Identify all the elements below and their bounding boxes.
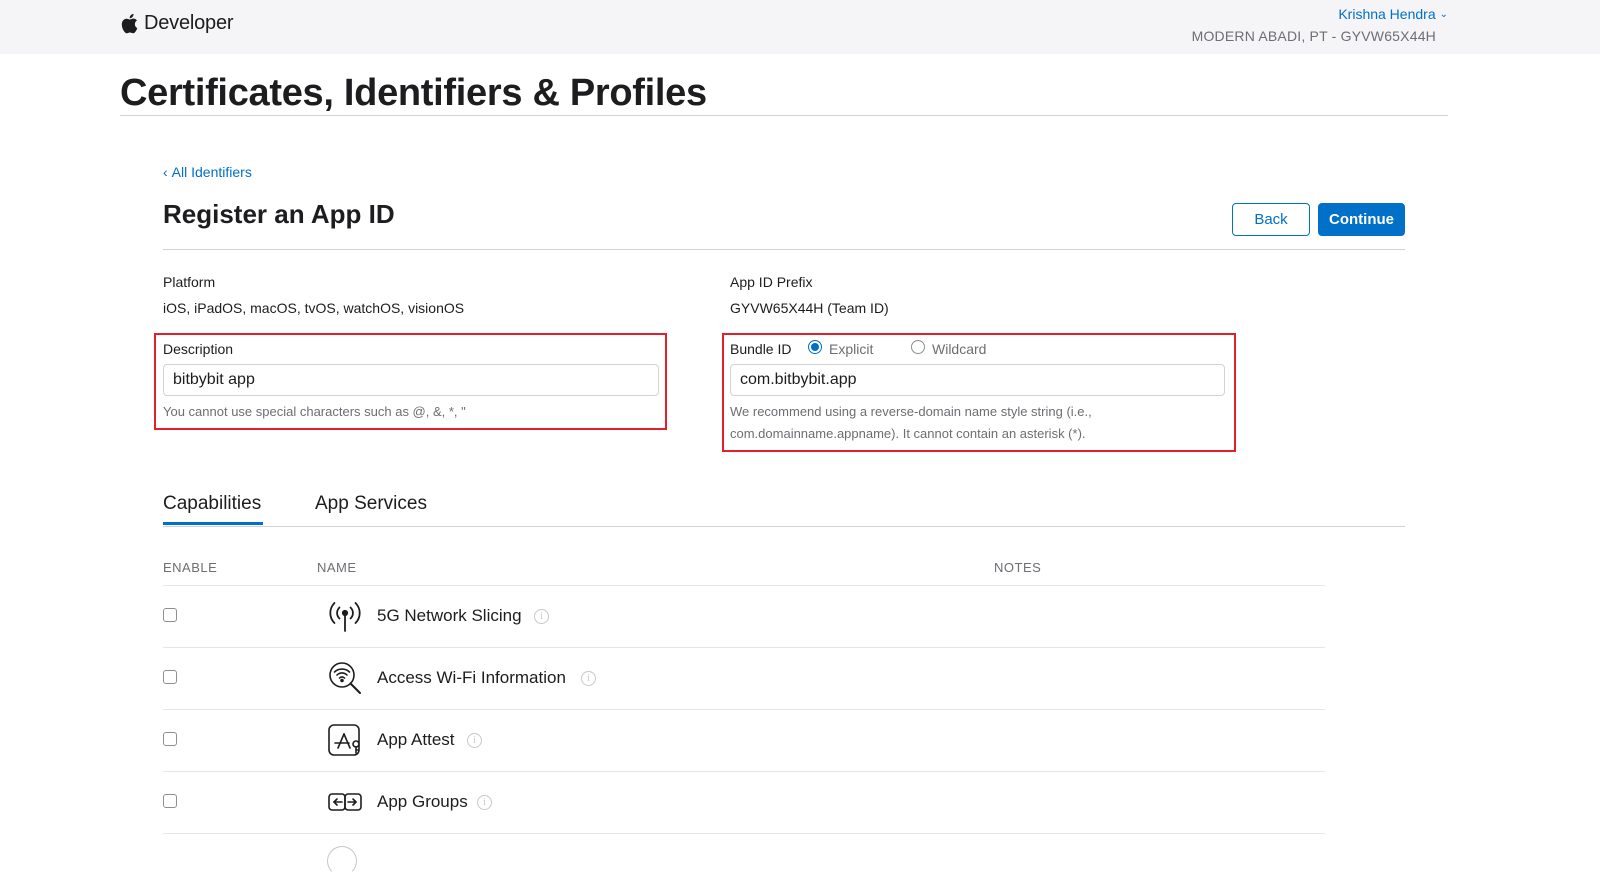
wildcard-radio-label[interactable]: Wildcard <box>932 341 986 357</box>
global-header: Developer Krishna Hendra ⌄ MODERN ABADI,… <box>0 0 1600 54</box>
notes-column-header: NOTES <box>994 560 1042 575</box>
info-icon[interactable]: i <box>534 609 549 624</box>
all-identifiers-label: All Identifiers <box>171 164 252 180</box>
row-divider <box>163 709 1325 710</box>
capability-name: Access Wi-Fi Information <box>377 668 566 687</box>
description-label: Description <box>163 341 234 357</box>
explicit-radio-label[interactable]: Explicit <box>829 341 873 357</box>
chevron-down-icon: ⌄ <box>1439 8 1448 20</box>
continue-button[interactable]: Continue <box>1318 203 1405 236</box>
header-divider <box>163 585 1325 586</box>
bundle-id-input[interactable]: com.bitbybit.app <box>730 364 1225 396</box>
section-title: Register an App ID <box>163 199 395 229</box>
app-attest-icon <box>327 722 363 758</box>
team-name: MODERN ABADI, PT - GYVW65X44H <box>1191 28 1436 44</box>
tabs-divider <box>163 526 1405 527</box>
app-id-prefix-value: GYVW65X44H (Team ID) <box>730 300 889 316</box>
enable-checkbox[interactable] <box>163 732 177 746</box>
name-column-header: NAME <box>317 560 357 575</box>
antenna-icon <box>327 598 363 634</box>
wifi-search-icon <box>327 660 363 696</box>
enable-checkbox[interactable] <box>163 670 177 684</box>
platform-label: Platform <box>163 274 216 290</box>
account-menu[interactable]: Krishna Hendra ⌄ <box>1338 6 1448 22</box>
title-divider <box>120 115 1448 116</box>
row-divider <box>163 771 1325 772</box>
row-divider <box>163 833 1325 834</box>
row-divider <box>163 647 1325 648</box>
apple-logo-icon <box>121 13 138 34</box>
app-id-prefix-label: App ID Prefix <box>730 274 813 290</box>
developer-brand[interactable]: Developer <box>120 12 234 35</box>
app-groups-icon <box>327 784 363 820</box>
enable-checkbox[interactable] <box>163 794 177 808</box>
capability-name: App Attest <box>377 730 455 749</box>
section-divider <box>163 249 1405 250</box>
user-name: Krishna Hendra <box>1338 6 1436 22</box>
info-icon[interactable]: i <box>467 733 482 748</box>
brand-label: Developer <box>144 12 234 34</box>
capability-name: App Groups <box>377 792 468 811</box>
bundle-id-hint-line2: com.domainname.appname). It cannot conta… <box>730 426 1086 441</box>
bundle-id-label: Bundle ID <box>730 341 792 357</box>
enable-column-header: ENABLE <box>163 560 218 575</box>
page-title: Certificates, Identifiers & Profiles <box>120 72 707 114</box>
enable-checkbox[interactable] <box>163 608 177 622</box>
next-row-icon <box>327 846 357 876</box>
info-icon[interactable]: i <box>581 671 596 686</box>
platform-value: iOS, iPadOS, macOS, tvOS, watchOS, visio… <box>163 300 465 316</box>
capability-name: 5G Network Slicing <box>377 606 522 625</box>
info-icon[interactable]: i <box>477 795 492 810</box>
wildcard-radio[interactable] <box>911 340 925 354</box>
tab-capabilities[interactable]: Capabilities <box>163 493 261 515</box>
description-hint: You cannot use special characters such a… <box>163 404 466 419</box>
back-button[interactable]: Back <box>1232 203 1310 236</box>
explicit-radio[interactable] <box>808 340 822 354</box>
active-tab-indicator <box>163 522 263 525</box>
all-identifiers-link[interactable]: ‹ All Identifiers <box>163 164 252 180</box>
tab-app-services[interactable]: App Services <box>315 493 427 515</box>
chevron-left-icon: ‹ <box>163 164 168 180</box>
bundle-id-hint-line1: We recommend using a reverse-domain name… <box>730 404 1092 419</box>
description-input[interactable]: bitbybit app <box>163 364 659 396</box>
